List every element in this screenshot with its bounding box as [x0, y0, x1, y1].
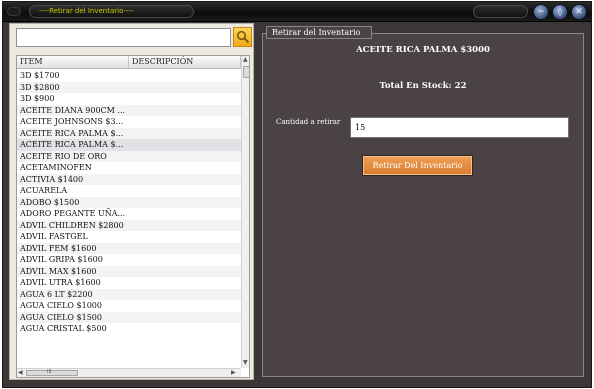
window-title: ----Retirar del Inventario----	[29, 5, 194, 18]
horizontal-scroll-thumb[interactable]	[26, 370, 78, 376]
item-cell: ADORO PEGANTE UÑA...	[20, 209, 126, 218]
quantity-label: Cantidad a retirar	[276, 118, 341, 126]
table-row[interactable]: ACTIVIA $1400	[17, 173, 241, 185]
vertical-scrollbar[interactable]: ▲ ▼	[241, 56, 249, 368]
table-row[interactable]: ACUARELA	[17, 185, 241, 197]
scroll-down-icon[interactable]: ▼	[243, 359, 248, 367]
table-header: ITEM DESCRIPCIÓN	[17, 56, 241, 69]
table-row[interactable]: ACEITE RICA PALMA $...	[17, 127, 241, 139]
table-row[interactable]: 3D $1700	[17, 70, 241, 82]
item-cell: 3D $2800	[20, 82, 60, 92]
table-row[interactable]: 3D $900	[17, 93, 241, 105]
table-row[interactable]: ADVIL GRIPA $1600	[17, 254, 241, 266]
title-bar-ornament	[7, 7, 21, 16]
panel-title: Retirar del Inventario	[266, 26, 372, 39]
item-list-pane: ITEM DESCRIPCIÓN 3D $1700 3D $2800 3D $900…	[9, 23, 254, 380]
scroll-up-icon[interactable]: ▲	[243, 56, 248, 64]
table-row[interactable]: ACEITE RICA PALMA $...	[17, 139, 241, 151]
table-row[interactable]: AGUA CIELO $1000	[17, 300, 241, 312]
vertical-scroll-thumb[interactable]	[243, 66, 249, 78]
item-cell: ADVIL MAX $1600	[20, 266, 97, 276]
scroll-left-icon[interactable]: ◀	[18, 369, 23, 377]
quantity-input[interactable]	[350, 117, 569, 138]
table-row[interactable]: ACEITE RIO DE ORO	[17, 150, 241, 162]
table-row[interactable]: ADVIL UTRA $1600	[17, 277, 241, 289]
item-cell: ADVIL FASTGEL	[20, 232, 88, 241]
item-cell: AGUA CRISTAL $500	[20, 324, 107, 333]
table-row[interactable]: ADVIL FEM $1600	[17, 242, 241, 254]
item-cell: ACEITE RICA PALMA $...	[20, 128, 124, 138]
column-header-description[interactable]: DESCRIPCIÓN	[129, 56, 241, 68]
table-row[interactable]: ACETAMINOFEN	[17, 162, 241, 174]
close-button[interactable]: ✕	[571, 4, 587, 20]
table-row[interactable]: ADVIL FASTGEL	[17, 231, 241, 243]
table-row[interactable]: ACEITE DIANA 900CM ...	[17, 104, 241, 116]
item-cell: ADVIL CHILDREN $2800	[20, 220, 124, 230]
table-row[interactable]: 3D $2800	[17, 81, 241, 93]
item-cell: ACEITE JOHNSONS $3...	[20, 117, 124, 126]
item-cell: ACTIVIA $1400	[20, 174, 84, 184]
search-icon	[236, 30, 250, 44]
scroll-right-icon[interactable]: ▶	[231, 369, 236, 377]
column-header-item[interactable]: ITEM	[17, 56, 129, 68]
item-cell: ADVIL FEM $1600	[20, 243, 97, 253]
stock-total: Total En Stock: 22	[379, 81, 467, 91]
item-cell: AGUA CIELO $1500	[20, 312, 102, 322]
item-cell: 3D $1700	[20, 71, 60, 80]
items-table: ITEM DESCRIPCIÓN 3D $1700 3D $2800 3D $900…	[16, 55, 250, 378]
table-row[interactable]: ADVIL MAX $1600	[17, 265, 241, 277]
item-cell: ACUARELA	[20, 186, 68, 195]
item-cell: ADVIL GRIPA $1600	[20, 255, 103, 264]
scroll-grip-icon: III	[47, 369, 52, 375]
item-cell: ACEITE DIANA 900CM ...	[20, 105, 126, 115]
item-cell: AGUA CIELO $1000	[20, 301, 102, 310]
table-body: 3D $1700 3D $2800 3D $900 ACEITE DIANA 900C…	[17, 70, 241, 335]
table-row[interactable]: AGUA 6 LT $2200	[17, 288, 241, 300]
table-row[interactable]: ACEITE JOHNSONS $3...	[17, 116, 241, 128]
table-row[interactable]: AGUA CIELO $1500	[17, 311, 241, 323]
item-cell: ACEITE RICA PALMA $...	[20, 140, 124, 149]
table-row[interactable]: ADORO PEGANTE UÑA...	[17, 208, 241, 220]
item-cell: ADOBO $1500	[20, 197, 80, 207]
item-cell: ACEITE RIO DE ORO	[20, 151, 107, 161]
minimize-button[interactable]: −	[533, 4, 549, 20]
horizontal-scrollbar[interactable]: ◀ III ▶	[17, 368, 241, 377]
table-row[interactable]: AGUA CRISTAL $500	[17, 323, 241, 335]
search-input[interactable]	[16, 28, 231, 47]
item-cell: AGUA 6 LT $2200	[20, 289, 93, 299]
withdraw-button[interactable]: Retirar Del Inventario	[362, 155, 473, 176]
item-cell: ACETAMINOFEN	[20, 163, 92, 172]
item-cell: ADVIL UTRA $1600	[20, 278, 101, 287]
search-button[interactable]	[233, 27, 252, 47]
item-cell: 3D $900	[20, 94, 55, 103]
table-row[interactable]: ADVIL CHILDREN $2800	[17, 219, 241, 231]
title-bar[interactable]: ----Retirar del Inventario---- − ◊ ✕	[3, 2, 591, 22]
table-row[interactable]: ADOBO $1500	[17, 196, 241, 208]
title-bar-ornament-right	[473, 5, 528, 18]
selected-product-name: ACEITE RICA PALMA $3000	[356, 45, 490, 55]
maximize-button[interactable]: ◊	[552, 4, 568, 20]
